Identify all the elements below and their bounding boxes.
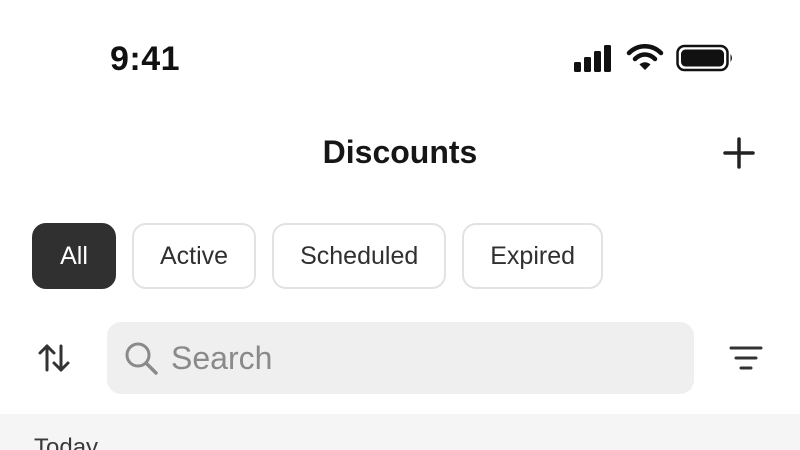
search-icon: [125, 342, 158, 375]
signal-icon: [574, 45, 611, 72]
chip-label: All: [60, 241, 88, 270]
sort-arrows-icon: [38, 344, 70, 372]
header-bar: Discounts: [0, 120, 800, 190]
chip-label: Scheduled: [300, 241, 419, 270]
section-header: Today: [0, 414, 800, 450]
plus-icon: [723, 137, 755, 169]
filter-chip-all[interactable]: All: [32, 223, 116, 289]
filter-chip-active[interactable]: Active: [132, 223, 257, 289]
chip-label: Active: [160, 241, 229, 270]
filter-chips: All Active Scheduled Expired: [32, 223, 604, 289]
filter-button[interactable]: [726, 340, 766, 376]
section-label-today: Today: [34, 434, 99, 450]
filter-lines-icon: [729, 346, 763, 370]
status-time: 9:41: [110, 40, 181, 78]
chip-label: Expired: [490, 241, 576, 270]
battery-icon: [676, 44, 732, 72]
status-icons: [572, 44, 734, 72]
wifi-icon: [626, 44, 664, 70]
add-discount-button[interactable]: [716, 130, 762, 176]
status-bar: 9:41: [0, 0, 800, 110]
search-box[interactable]: [107, 322, 694, 394]
page-title: Discounts: [322, 134, 478, 170]
filter-chip-scheduled[interactable]: Scheduled: [272, 223, 447, 289]
filter-chip-expired[interactable]: Expired: [462, 223, 604, 289]
sort-button[interactable]: [34, 338, 74, 378]
discounts-screen: 9:41 Discounts All Active Scheduled Expi…: [0, 0, 800, 450]
search-row: [0, 320, 800, 396]
search-input[interactable]: [171, 328, 651, 388]
